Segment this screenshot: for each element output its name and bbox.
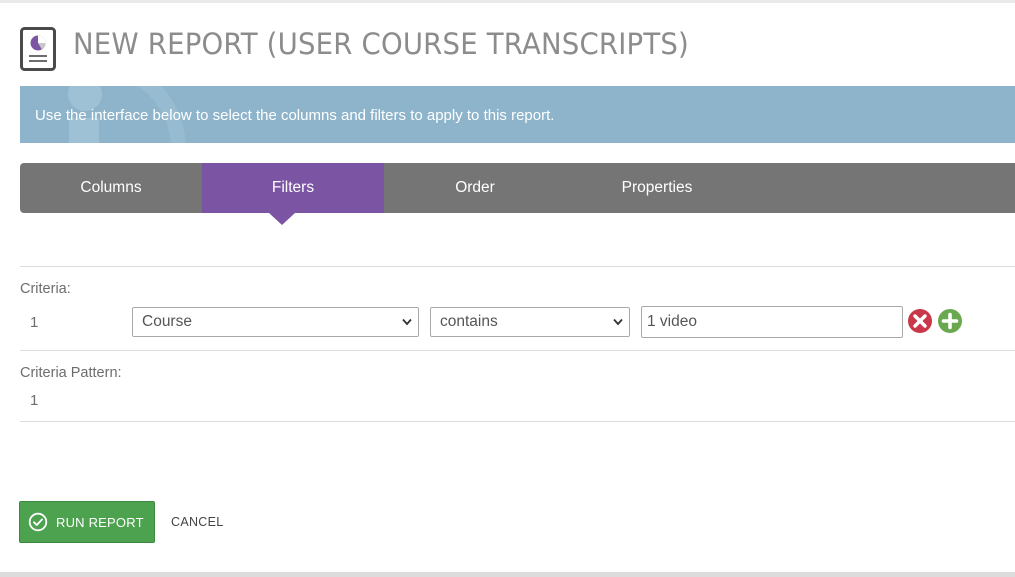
criteria-pattern-label: Criteria Pattern: <box>20 365 122 381</box>
report-tabbar: Columns Filters Order Properties <box>20 163 1015 213</box>
criteria-operator-value: contains <box>440 313 498 330</box>
criteria-pattern-value: 1 <box>30 392 39 409</box>
info-banner-text: Use the interface below to select the co… <box>35 107 555 124</box>
chevron-down-icon <box>613 318 623 326</box>
check-circle-icon <box>28 512 48 532</box>
tab-columns[interactable]: Columns <box>20 163 202 213</box>
tab-filters[interactable]: Filters <box>202 163 384 213</box>
criteria-label: Criteria: <box>20 281 71 297</box>
remove-criteria-icon[interactable] <box>907 308 933 334</box>
cancel-link[interactable]: CANCEL <box>171 515 224 529</box>
tab-label: Properties <box>621 179 693 196</box>
info-banner: Use the interface below to select the co… <box>20 86 1015 143</box>
chevron-down-icon <box>402 318 412 326</box>
report-page: NEW REPORT (USER COURSE TRANSCRIPTS) Use… <box>0 0 1015 577</box>
criteria-field-select[interactable]: Course <box>132 307 419 337</box>
tab-label: Order <box>455 179 495 196</box>
run-report-label: RUN REPORT <box>56 514 144 530</box>
criteria-value-text: 1 video <box>647 313 697 330</box>
tab-properties[interactable]: Properties <box>566 163 748 213</box>
divider <box>20 350 1015 351</box>
active-tab-pointer <box>269 213 295 225</box>
page-header: NEW REPORT (USER COURSE TRANSCRIPTS) <box>20 25 689 73</box>
tab-label: Filters <box>271 179 315 196</box>
report-pie-icon <box>20 27 56 71</box>
run-report-button[interactable]: RUN REPORT <box>19 501 155 543</box>
criteria-value-input[interactable]: 1 video <box>641 306 903 338</box>
page-title: NEW REPORT (USER COURSE TRANSCRIPTS) <box>73 27 690 61</box>
add-criteria-icon[interactable] <box>937 308 963 334</box>
criteria-operator-select[interactable]: contains <box>430 307 630 337</box>
divider <box>20 266 1015 267</box>
divider <box>20 421 1015 422</box>
tab-order[interactable]: Order <box>384 163 566 213</box>
criteria-field-value: Course <box>142 313 192 330</box>
tab-label: Columns <box>80 179 142 196</box>
criteria-row-number: 1 <box>30 314 39 331</box>
